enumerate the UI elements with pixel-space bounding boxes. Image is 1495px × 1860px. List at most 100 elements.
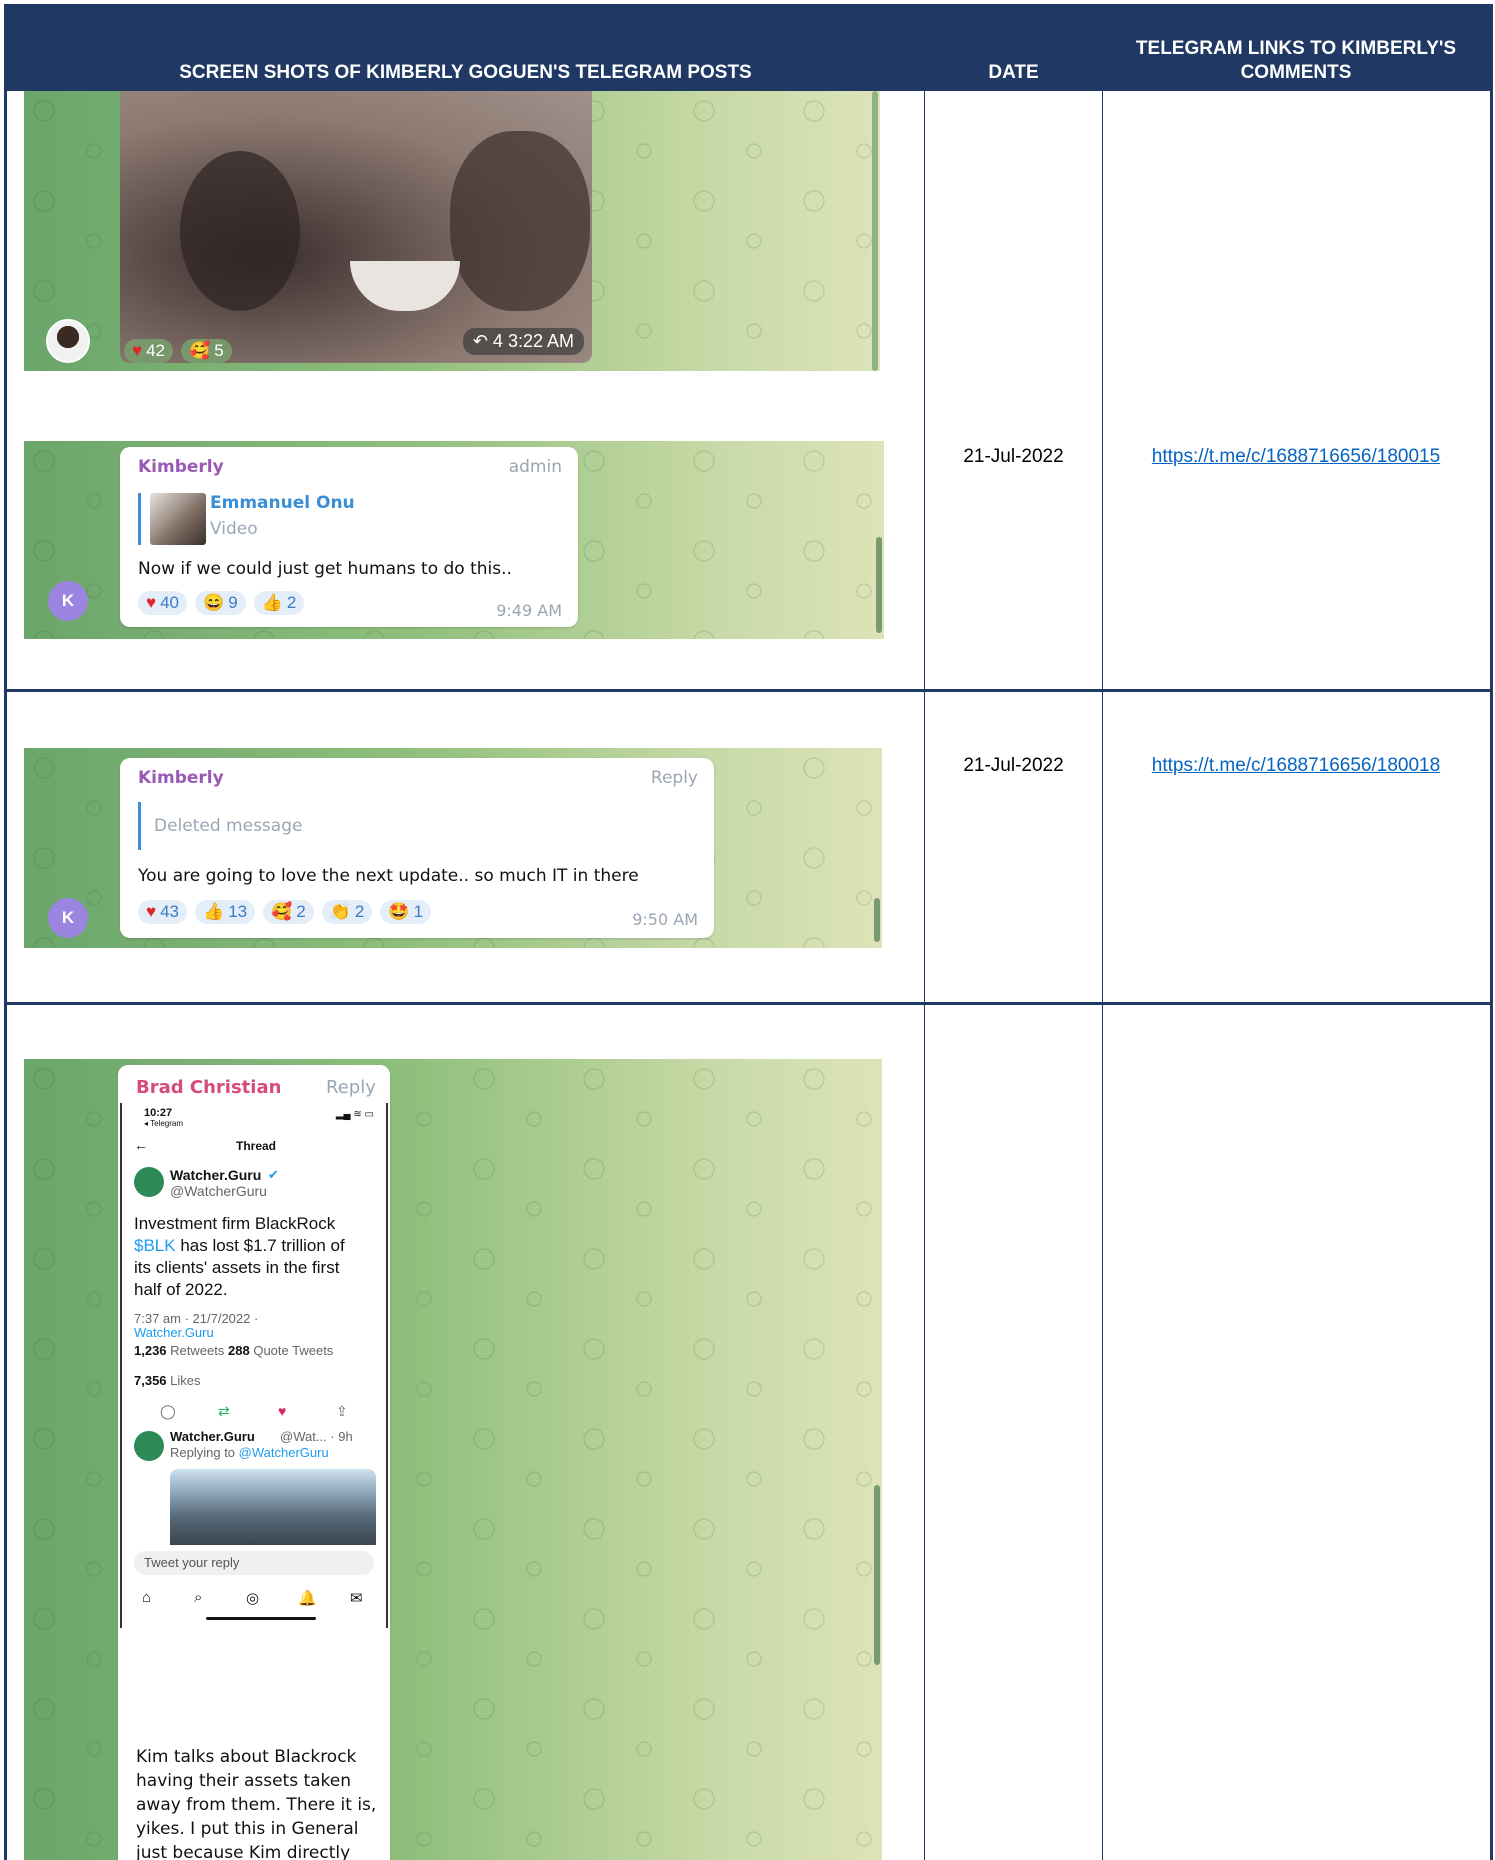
scrollbar (876, 537, 882, 633)
reactions: ♥ 43 👍 13 🥰 2 👏 2 🤩 1 (138, 900, 432, 924)
reaction-chip: 👍 13 (195, 900, 256, 924)
header-date: DATE (988, 62, 1039, 83)
heart-icon: ♥ (132, 341, 143, 360)
message-author: Kimberly (138, 768, 224, 788)
quote-thumbnail (150, 493, 206, 545)
telegram-screenshot-video: ↶ 4 3:22 AM ♥ 42 🥰 5 (24, 91, 880, 371)
spaces-icon: ◎ (246, 1590, 260, 1607)
message-text: Kim talks about Blackrock having their a… (136, 1747, 377, 1860)
quote-type: Video (210, 519, 258, 539)
column-divider (924, 91, 925, 1860)
message-bubble: Kimberly admin Emmanuel Onu Video Now if… (120, 447, 578, 627)
scrollbar (874, 898, 880, 942)
hearts-face-icon: 🥰 (271, 902, 293, 921)
reply-tag: Reply (326, 1077, 376, 1098)
ticker: $BLK (134, 1236, 176, 1255)
row-divider (7, 1002, 1490, 1005)
tweet-likes: 7,356 Likes (134, 1373, 201, 1388)
avatar: K (48, 581, 88, 621)
video-shape (180, 151, 300, 311)
scrollbar (874, 1485, 880, 1665)
reaction-chip: 🥰 5 (181, 339, 232, 363)
quote-author: Emmanuel Onu (210, 493, 355, 513)
search-icon: ⌕ (194, 1589, 203, 1606)
message-time: 9:49 AM (496, 601, 562, 620)
video-meta: ↶ 4 3:22 AM (462, 328, 584, 355)
row-divider (7, 689, 1490, 692)
reaction-chip: 🥰 2 (263, 900, 314, 924)
header-screenshots: SCREEN SHOTS OF KIMBERLY GOGUEN'S TELEGR… (179, 62, 752, 83)
phone-clock: 10:27 (144, 1107, 173, 1119)
signal-icon: ▂▄ ≋ ▭ (335, 1109, 374, 1120)
avatar: K (48, 898, 88, 938)
share-icon: ⇪ (336, 1403, 348, 1419)
clap-icon: 👏 (329, 902, 351, 921)
hearts-face-icon: 🥰 (189, 341, 211, 360)
reaction-chip: 👏 2 (321, 900, 373, 924)
reply-tag: Reply (650, 768, 698, 788)
tweet-timestamp: 7:37 am · 21/7/2022 · (134, 1311, 259, 1326)
tweet-stats: 1,236 Retweets 288 Quote Tweets (134, 1343, 334, 1358)
reaction-chip: 🤩 1 (380, 900, 432, 924)
row-date: 21-Jul-2022 (963, 755, 1064, 776)
telegram-link[interactable]: https://t.me/c/1688716656/180018 (1103, 755, 1489, 777)
replying-to: Replying to @WatcherGuru (170, 1445, 329, 1460)
telegram-screenshot-message: Kimberly Reply Deleted message You are g… (24, 748, 882, 948)
tweet-line: its clients' assets in the first (134, 1258, 340, 1277)
forward-count: 4 (492, 331, 503, 351)
reaction-chip: ♥ 40 (138, 591, 188, 615)
scrollbar (872, 91, 878, 371)
message-text: Now if we could just get humans to do th… (138, 559, 512, 579)
tweet-screenshot: 10:27 ◂ Telegram ▂▄ ≋ ▭ ← Thread Watcher… (120, 1103, 388, 1628)
tweet-source: Watcher.Guru (134, 1325, 214, 1340)
tweet-reply-input: Tweet your reply (134, 1551, 374, 1575)
heart-icon: ♥ (146, 902, 157, 921)
video-shape (350, 261, 460, 311)
tweet-line: Investment firm BlackRock (134, 1214, 336, 1233)
message-author: Brad Christian (136, 1077, 282, 1098)
tweet-line: half of 2022. (134, 1280, 228, 1299)
reply-author: Watcher.Guru (170, 1429, 255, 1444)
reaction-chip: ♥ 42 (124, 339, 174, 363)
reaction-chip: 👍 2 (253, 591, 305, 615)
admin-tag: admin (508, 457, 562, 477)
grin-icon: 😄 (203, 593, 225, 612)
tweet-image (170, 1469, 376, 1545)
retweet-icon: ⇄ (218, 1403, 230, 1419)
home-indicator (206, 1617, 316, 1620)
heart-icon: ♥ (146, 593, 157, 612)
back-arrow-icon: ← (134, 1137, 148, 1153)
thread-title: Thread (236, 1139, 277, 1153)
phone-back-app: ◂ Telegram (144, 1119, 183, 1128)
reaction-chip: ♥ 43 (138, 900, 188, 924)
avatar (46, 319, 90, 363)
header-links: TELEGRAM LINKS TO KIMBERLY'S COMMENTS (1135, 38, 1457, 83)
tweet-author: Watcher.Guru (170, 1167, 262, 1183)
tweet-handle: @WatcherGuru (170, 1183, 267, 1199)
forward-icon: ↶ (472, 331, 488, 351)
video-thumbnail: ↶ 4 3:22 AM (120, 91, 592, 363)
like-icon: ♥ (278, 1403, 287, 1419)
reply-icon: ◯ (160, 1403, 176, 1419)
message-bubble: Kimberly Reply Deleted message You are g… (120, 758, 714, 938)
thumbs-up-icon: 👍 (203, 902, 225, 921)
tweet-avatar (134, 1431, 164, 1461)
telegram-link[interactable]: https://t.me/c/1688716656/180015 (1103, 446, 1489, 468)
message-text: You are going to love the next update.. … (138, 866, 639, 886)
video-time: 3:22 AM (507, 331, 574, 351)
home-icon: ⌂ (142, 1589, 152, 1606)
reaction-chip: 😄 9 (195, 591, 246, 615)
thumbs-up-icon: 👍 (261, 593, 283, 612)
column-divider (1102, 91, 1103, 1860)
telegram-screenshot-message: Kimberly admin Emmanuel Onu Video Now if… (24, 441, 884, 639)
posts-table: SCREEN SHOTS OF KIMBERLY GOGUEN'S TELEGR… (4, 4, 1493, 1860)
quote-bar (138, 493, 141, 545)
message-author: Kimberly (138, 457, 224, 477)
star-eyes-icon: 🤩 (388, 902, 410, 921)
row-date: 21-Jul-2022 (963, 446, 1064, 467)
telegram-screenshot-tweet: Brad Christian Reply 10:27 ◂ Telegram ▂▄… (24, 1059, 882, 1860)
bell-icon: 🔔 (298, 1590, 317, 1607)
verified-icon: ✔ (268, 1167, 279, 1182)
reactions: ♥ 42 🥰 5 (124, 339, 232, 363)
quoted-message: Deleted message (154, 816, 303, 836)
